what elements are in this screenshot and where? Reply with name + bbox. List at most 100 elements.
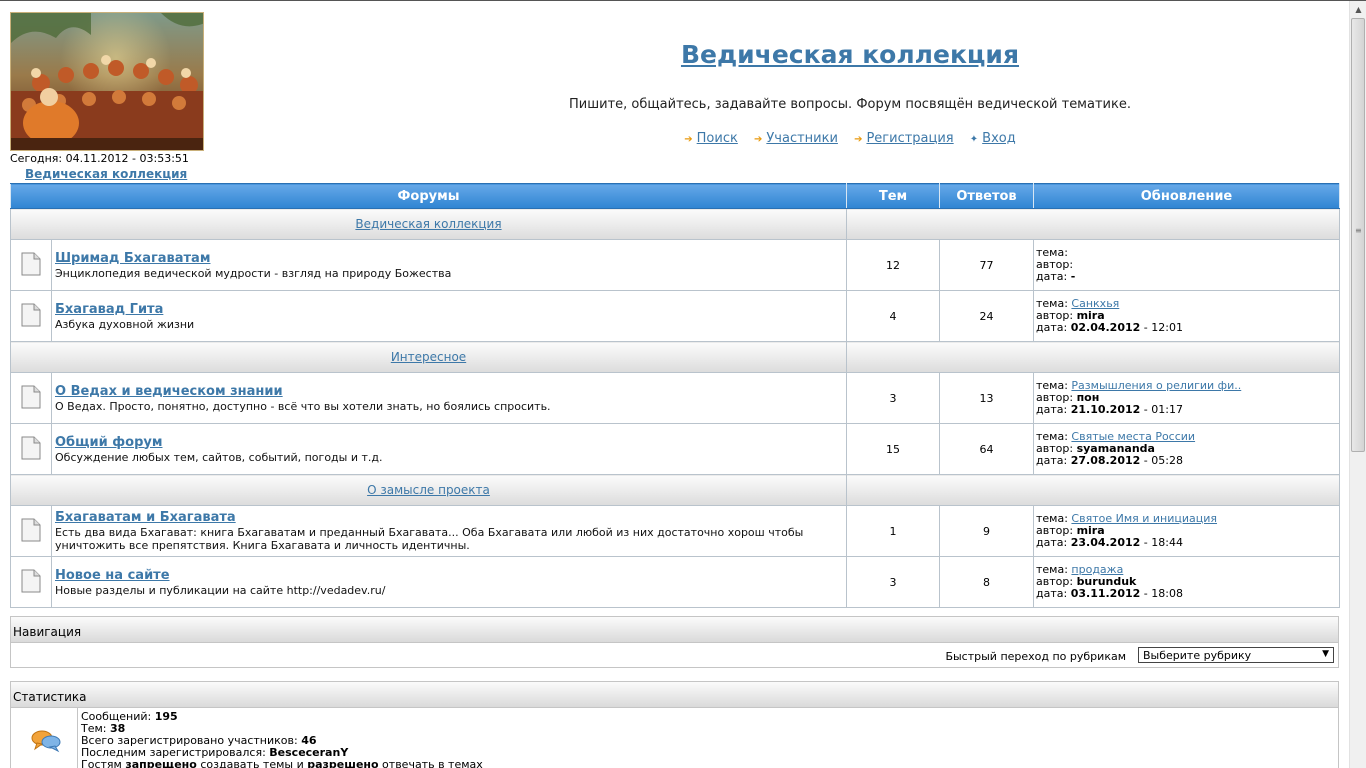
forum-topics-count: 12 [846, 239, 940, 291]
forum-replies-count: 13 [939, 372, 1034, 424]
vertical-scrollbar[interactable]: ▲ ≡ [1349, 1, 1366, 768]
category-link[interactable]: Интересное [391, 350, 466, 364]
arrow-icon: ➔ [684, 134, 693, 145]
last-time: - 18:44 [1140, 536, 1183, 549]
navigation-panel: Быстрый переход по рубрикам Выберите руб… [10, 643, 1339, 668]
stats-icon-cell [11, 708, 78, 768]
forum-description: Энциклопедия ведической мудрости - взгля… [55, 266, 452, 280]
last-post-cell: тема: Санкхья автор: mira дата: 02.04.20… [1033, 290, 1340, 342]
category-cell: О замысле проекта [10, 474, 847, 506]
dropdown-arrow-icon: ▼ [1322, 649, 1329, 659]
forum-info: Общий форум Обсуждение любых тем, сайтов… [51, 423, 847, 475]
stats-guest-suffix: отвечать в темах [378, 758, 483, 768]
last-date-label: дата: [1036, 454, 1068, 467]
forum-topics-count: 3 [846, 556, 940, 608]
last-post-cell: тема: Святые места России автор: syamana… [1033, 423, 1340, 475]
forum-icon-cell [10, 372, 52, 424]
forum-icon-cell [10, 423, 52, 475]
last-date: 21.10.2012 [1070, 403, 1141, 416]
last-time: - 12:01 [1140, 321, 1183, 334]
category-link[interactable]: Ведическая коллекция [355, 217, 501, 231]
forum-description: Есть два вида Бхагават: книга Бхагаватам… [55, 526, 804, 552]
forum-list: Ведическая коллекция Шримад Бхагаватам Э… [10, 208, 1340, 608]
last-date: 27.08.2012 [1070, 454, 1141, 467]
column-header-topics: Тем [846, 183, 940, 209]
forum-read-icon [21, 385, 41, 408]
forum-replies-count: 64 [939, 423, 1034, 475]
forum-row: Общий форум Обсуждение любых тем, сайтов… [10, 423, 1340, 475]
category-filler [846, 341, 1340, 373]
page-title[interactable]: Ведическая коллекция [540, 40, 1160, 69]
members-link[interactable]: ➔ Участники [754, 131, 838, 146]
last-date: - [1070, 270, 1076, 283]
forum-icon-cell [10, 290, 52, 342]
category-link[interactable]: О замысле проекта [367, 483, 490, 497]
arrow-icon: ➔ [854, 134, 863, 145]
last-post-cell: тема: автор: дата: - [1033, 239, 1340, 291]
forum-table: Форумы Тем Ответов Обновление Ведическая… [10, 183, 1340, 608]
login-link[interactable]: ✦ Вход [970, 131, 1016, 146]
forum-title-link[interactable]: Общий форум [55, 435, 846, 451]
forum-info: Бхагаватам и Бхагавата Есть два вида Бха… [51, 505, 847, 557]
forum-read-icon [21, 569, 41, 592]
last-post-cell: тема: Размышления о религии фи.. автор: … [1033, 372, 1340, 424]
forum-read-icon [21, 436, 41, 459]
window-top-border [0, 0, 1366, 1]
chat-bubbles-icon [31, 730, 61, 753]
forum-replies-count: 24 [939, 290, 1034, 342]
forum-title-link[interactable]: Бхагавад Гита [55, 302, 846, 318]
forum-title-link[interactable]: О Ведах и ведическом знании [55, 384, 846, 400]
forum-title-link[interactable]: Бхагаватам и Бхагавата [55, 510, 846, 526]
forum-description: О Ведах. Просто, понятно, доступно - всё… [55, 399, 551, 413]
forum-topics-count: 1 [846, 505, 940, 557]
column-header-updated: Обновление [1033, 183, 1340, 209]
forum-row: О Ведах и ведическом знании О Ведах. Про… [10, 372, 1340, 424]
breadcrumb[interactable]: Ведическая коллекция [25, 167, 187, 181]
logo-image [11, 13, 203, 150]
last-date: 03.11.2012 [1070, 587, 1141, 600]
forum-icon-cell [10, 239, 52, 291]
last-date-label: дата: [1036, 536, 1068, 549]
stats-panel-title: Статистика [10, 681, 1339, 708]
stats-panel: Сообщений: 195 Тем: 38 Всего зарегистрир… [10, 708, 1339, 768]
quick-jump-value: Выберите рубрику [1143, 649, 1252, 662]
site-description: Пишите, общайтесь, задавайте вопросы. Фо… [569, 97, 1131, 112]
search-link[interactable]: ➔ Поиск [684, 131, 738, 146]
last-date-label: дата: [1036, 321, 1068, 334]
quick-jump-select[interactable]: Выберите рубрику ▼ [1138, 647, 1334, 663]
forum-row: Новое на сайте Новые разделы и публикаци… [10, 556, 1340, 608]
forum-topics-count: 3 [846, 372, 940, 424]
forum-logo[interactable] [10, 12, 204, 151]
forum-icon-cell [10, 505, 52, 557]
scroll-thumb[interactable]: ≡ [1351, 18, 1365, 452]
forum-topics-count: 4 [846, 290, 940, 342]
forum-topics-count: 15 [846, 423, 940, 475]
quick-jump-label: Быстрый переход по рубрикам [945, 650, 1126, 663]
column-header-forums: Форумы [10, 183, 847, 209]
forum-title-link[interactable]: Новое на сайте [55, 568, 846, 584]
forum-replies-count: 9 [939, 505, 1034, 557]
last-date-label: дата: [1036, 270, 1068, 283]
last-date: 02.04.2012 [1070, 321, 1141, 334]
category-row: Ведическая коллекция [10, 208, 1340, 240]
forum-description: Обсуждение любых тем, сайтов, событий, п… [55, 450, 383, 464]
scroll-up-icon[interactable]: ▲ [1350, 1, 1366, 18]
category-row: Интересное [10, 341, 1340, 373]
last-date-label: дата: [1036, 587, 1068, 600]
forum-read-icon [21, 252, 41, 275]
category-filler [846, 474, 1340, 506]
register-link[interactable]: ➔ Регистрация [854, 131, 954, 146]
last-date-label: дата: [1036, 403, 1068, 416]
last-post-cell: тема: продажа автор: burunduk дата: 03.1… [1033, 556, 1340, 608]
category-cell: Интересное [10, 341, 847, 373]
forum-replies-count: 77 [939, 239, 1034, 291]
stats-guest-allowed: разрешено [307, 758, 379, 768]
login-star-icon: ✦ [969, 134, 979, 145]
table-header-row: Форумы Тем Ответов Обновление [10, 183, 1340, 209]
category-filler [846, 208, 1340, 240]
forum-description: Азбука духовной жизни [55, 317, 195, 331]
forum-title-link[interactable]: Шримад Бхагаватам [55, 251, 846, 267]
navigation-panel-title: Навигация [10, 616, 1339, 643]
forum-info: Новое на сайте Новые разделы и публикаци… [51, 556, 847, 608]
forum-description: Новые разделы и публикации на сайте http… [55, 583, 386, 597]
